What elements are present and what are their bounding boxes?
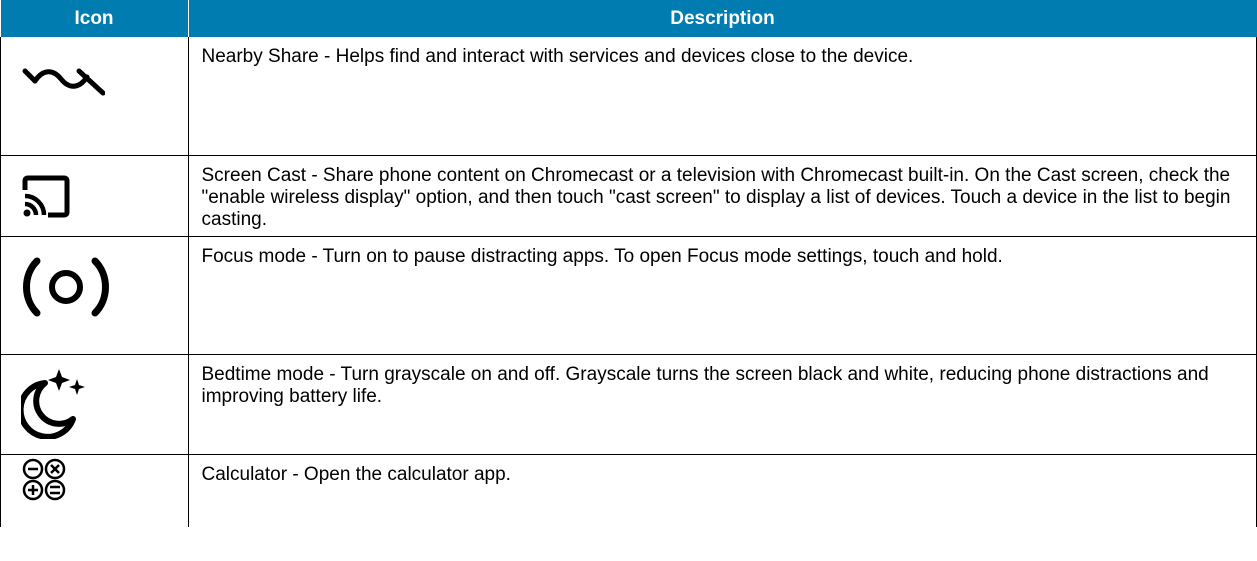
description-cell: Focus mode - Turn on to pause distractin…: [187, 236, 1257, 355]
description-cell: Screen Cast - Share phone content on Chr…: [187, 155, 1257, 237]
icon-cell: [0, 37, 189, 156]
screen-cast-icon: [1, 156, 188, 224]
description-cell: Nearby Share - Helps find and interact w…: [187, 37, 1257, 156]
table-row: Bedtime mode - Turn grayscale on and off…: [0, 354, 1257, 455]
table-row: Screen Cast - Share phone content on Chr…: [0, 155, 1257, 237]
table-row: Calculator - Open the calculator app.: [0, 454, 1257, 527]
nearby-share-icon: [1, 37, 188, 104]
icon-cell: [0, 155, 189, 237]
icon-cell: [0, 454, 189, 527]
description-cell: Calculator - Open the calculator app.: [187, 454, 1257, 527]
table-row: Focus mode - Turn on to pause distractin…: [0, 236, 1257, 355]
focus-mode-icon: [1, 237, 188, 322]
icon-column-header: Icon: [0, 0, 188, 37]
table-header-row: Icon Description: [0, 0, 1257, 37]
calculator-icon: [1, 455, 188, 506]
icon-description-table: Icon Description Nearby Share - Helps fi…: [0, 0, 1257, 527]
description-column-header: Description: [187, 0, 1257, 37]
table-row: Nearby Share - Helps find and interact w…: [0, 37, 1257, 156]
icon-cell: [0, 236, 189, 355]
bedtime-mode-icon: [1, 355, 188, 444]
icon-cell: [0, 354, 189, 455]
description-cell: Bedtime mode - Turn grayscale on and off…: [187, 354, 1257, 455]
